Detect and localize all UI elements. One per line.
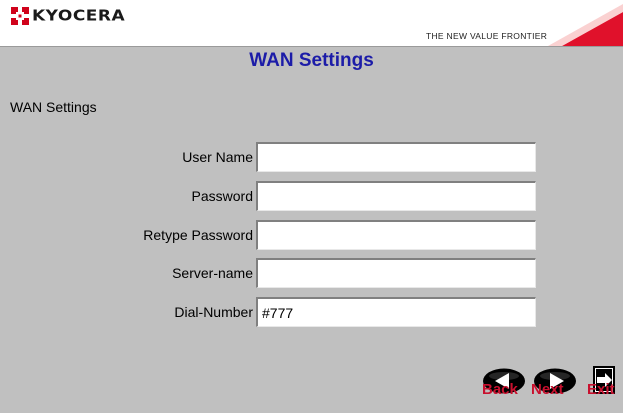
- next-label[interactable]: Next: [531, 381, 564, 398]
- password-label: Password: [191, 188, 253, 204]
- retype-password-row: Retype Password: [0, 220, 623, 250]
- kyocera-logo-icon: [11, 7, 29, 25]
- password-row: Password: [0, 181, 623, 211]
- section-label: WAN Settings: [10, 99, 97, 115]
- exit-label[interactable]: Exit: [587, 381, 615, 398]
- user-name-label: User Name: [182, 149, 253, 165]
- password-input[interactable]: [256, 181, 536, 211]
- user-name-input[interactable]: [256, 142, 536, 172]
- header-divider: [0, 46, 623, 47]
- back-label[interactable]: Back: [482, 381, 518, 398]
- red-wedge-decoration: [548, 4, 623, 46]
- kyocera-logo: KYOCERA: [11, 6, 125, 26]
- page-title: WAN Settings: [249, 50, 374, 71]
- server-name-input[interactable]: [256, 258, 536, 288]
- retype-password-label: Retype Password: [143, 227, 253, 243]
- header-bar: KYOCERA THE NEW VALUE FRONTIER: [0, 0, 623, 46]
- brand-name: KYOCERA: [32, 7, 126, 25]
- server-name-row: Server-name: [0, 258, 623, 288]
- dial-number-input[interactable]: [256, 297, 536, 327]
- dial-number-row: Dial-Number: [0, 297, 623, 327]
- server-name-label: Server-name: [172, 265, 253, 281]
- retype-password-input[interactable]: [256, 220, 536, 250]
- user-name-row: User Name: [0, 142, 623, 172]
- tagline: THE NEW VALUE FRONTIER: [426, 31, 548, 41]
- dial-number-label: Dial-Number: [174, 304, 253, 320]
